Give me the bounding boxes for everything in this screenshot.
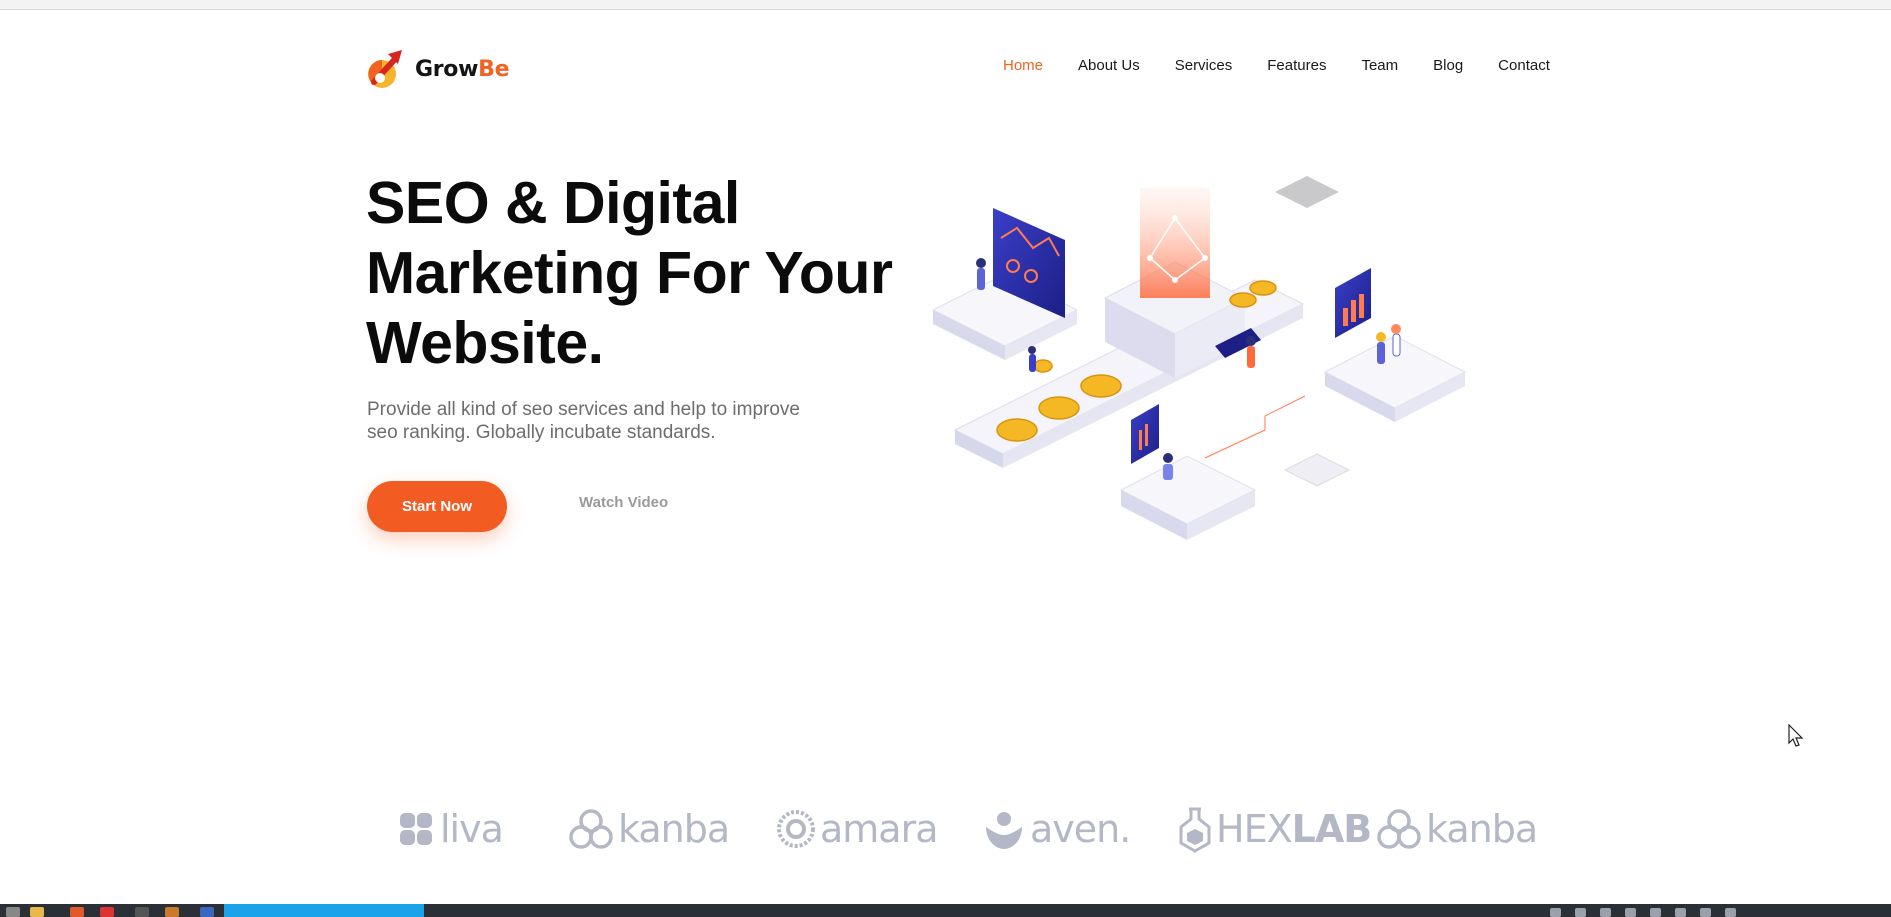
partner-amara[interactable]: amara (776, 800, 938, 858)
partner-name: HEXLAB (1216, 807, 1373, 851)
hero-title-line3: Website. (366, 310, 604, 376)
partner-name: amara (820, 807, 938, 851)
brand-name-part2: Be (478, 56, 510, 82)
partner-hexlab[interactable]: HEXLAB (1178, 800, 1373, 858)
nav-services-link[interactable]: Services (1175, 57, 1233, 74)
brand-name: GrowBe (415, 56, 510, 82)
amara-logo-icon (777, 810, 815, 848)
hexlab-name-part1: HEX (1216, 807, 1293, 851)
hexlab-logo-icon (1179, 807, 1211, 853)
tray-icon[interactable] (1650, 908, 1661, 917)
browser-icon[interactable] (100, 907, 114, 917)
partner-logos: liva kanba amara aven. HEXLAB kanba (390, 800, 1540, 858)
start-icon[interactable] (6, 907, 20, 917)
tray-icon[interactable] (1700, 908, 1711, 917)
desk-screen (1131, 404, 1159, 464)
tray-icon[interactable] (1675, 908, 1686, 917)
nav-team-link[interactable]: Team (1361, 57, 1398, 74)
isometric-seo-dashboard-illustration (931, 176, 1467, 540)
bar-chart-screen (1335, 268, 1371, 338)
nav-features-link[interactable]: Features (1267, 57, 1326, 74)
partner-kanba[interactable]: kanba (1376, 800, 1538, 858)
partner-name: kanba (618, 807, 730, 851)
nav-about-us-link[interactable]: About Us (1078, 57, 1140, 74)
hero-title-line2: Marketing For Your (366, 240, 893, 306)
hero-subtitle-line1: Provide all kind of seo services and hel… (367, 399, 801, 420)
hero-subtitle-line2: seo ranking. Globally incubate standards… (367, 422, 716, 443)
mouse-cursor-icon (1788, 724, 1804, 747)
terminal-icon[interactable] (135, 907, 149, 917)
app-icon[interactable] (70, 907, 84, 917)
nav-contact-link[interactable]: Contact (1498, 57, 1550, 74)
brand-name-part1: Grow (415, 56, 479, 82)
tray-icon[interactable] (1625, 908, 1636, 917)
hero-subtitle: Provide all kind of seo services and hel… (367, 398, 867, 444)
hero-title: SEO & Digital Marketing For Your Website… (366, 168, 926, 378)
tray-icon[interactable] (1725, 908, 1736, 917)
partner-name: aven. (1030, 807, 1131, 851)
tray-icon[interactable] (1575, 908, 1586, 917)
floating-tile (1275, 176, 1339, 208)
cable (1204, 395, 1306, 459)
start-now-button[interactable]: Start Now (367, 481, 507, 532)
app-icon[interactable] (165, 907, 179, 917)
rocket-arrow-logo-icon (368, 50, 402, 88)
nav-blog-link[interactable]: Blog (1433, 57, 1463, 74)
tray-icon[interactable] (1550, 908, 1561, 917)
partner-name: kanba (1426, 807, 1538, 851)
os-taskbar (0, 904, 1891, 917)
liva-logo-icon (400, 813, 432, 845)
partner-liva[interactable]: liva (396, 800, 504, 858)
platform-bottom (1119, 455, 1257, 540)
kanba-logo-icon (569, 809, 613, 849)
partner-kanba[interactable]: kanba (568, 800, 730, 858)
nav-home-link[interactable]: Home (1003, 57, 1043, 74)
kanba-logo-icon (1377, 809, 1421, 849)
brand-logo[interactable]: GrowBe (366, 48, 510, 90)
partner-name: liva (440, 807, 504, 851)
browser-top-strip (0, 0, 1891, 10)
app-icon[interactable] (200, 907, 214, 917)
tray-icon[interactable] (1600, 908, 1611, 917)
watch-video-button[interactable]: Watch Video (579, 494, 668, 511)
hero-title-line1: SEO & Digital (366, 170, 740, 236)
partner-aven[interactable]: aven. (982, 800, 1131, 858)
active-window-tab[interactable] (224, 904, 424, 917)
floating-tile (1283, 453, 1351, 487)
folder-icon[interactable] (30, 907, 44, 917)
aven-logo-icon (986, 812, 1022, 849)
hexlab-name-part2: LAB (1291, 807, 1373, 851)
main-nav: Home About Us Services Features Team Blo… (1003, 57, 1550, 74)
